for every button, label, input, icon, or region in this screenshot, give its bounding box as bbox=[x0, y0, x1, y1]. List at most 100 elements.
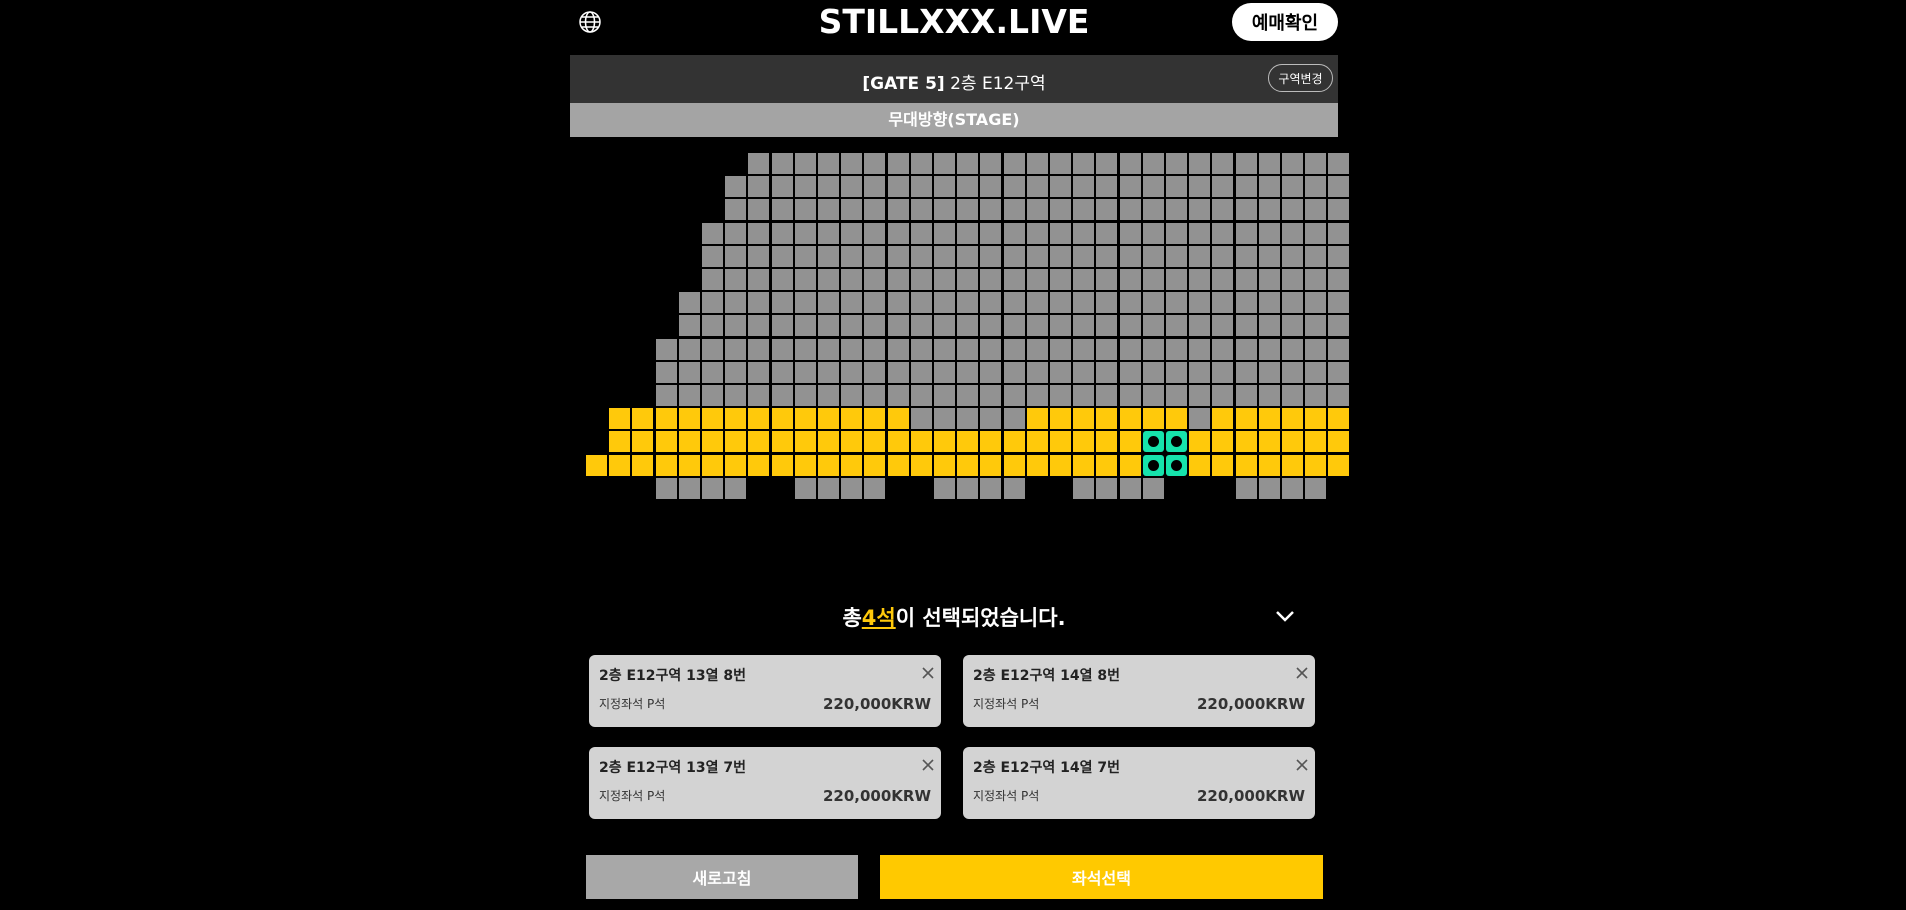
seat-available[interactable] bbox=[795, 455, 816, 476]
seat-available[interactable] bbox=[725, 408, 746, 429]
seat-available[interactable] bbox=[841, 455, 862, 476]
seat-selected[interactable] bbox=[1166, 455, 1187, 476]
seat-available[interactable] bbox=[934, 455, 955, 476]
seat-available[interactable] bbox=[818, 431, 839, 452]
seat-available[interactable] bbox=[841, 408, 862, 429]
seat-available[interactable] bbox=[586, 455, 607, 476]
seat-available[interactable] bbox=[980, 431, 1001, 452]
seat-available[interactable] bbox=[1073, 431, 1094, 452]
seat-available[interactable] bbox=[609, 455, 630, 476]
seat-available[interactable] bbox=[1236, 431, 1257, 452]
seat-available[interactable] bbox=[632, 431, 653, 452]
seat-available[interactable] bbox=[702, 408, 723, 429]
seat-available[interactable] bbox=[864, 408, 885, 429]
seat-available[interactable] bbox=[1189, 431, 1210, 452]
seat-available[interactable] bbox=[1305, 408, 1326, 429]
seat-available[interactable] bbox=[772, 455, 793, 476]
seat-selected[interactable] bbox=[1143, 431, 1164, 452]
seat-available[interactable] bbox=[1282, 408, 1303, 429]
site-logo[interactable]: STILLXXX.LIVE bbox=[570, 2, 1338, 41]
seat-available[interactable] bbox=[679, 431, 700, 452]
seat-available[interactable] bbox=[632, 408, 653, 429]
seat-available[interactable] bbox=[702, 431, 723, 452]
seat-available[interactable] bbox=[864, 455, 885, 476]
seat-available[interactable] bbox=[702, 455, 723, 476]
booking-confirm-button[interactable]: 예매확인 bbox=[1232, 3, 1338, 41]
seat-available[interactable] bbox=[1004, 431, 1025, 452]
seat-selected[interactable] bbox=[1143, 455, 1164, 476]
seat-selected[interactable] bbox=[1166, 431, 1187, 452]
seat-available[interactable] bbox=[679, 408, 700, 429]
seat-available[interactable] bbox=[957, 455, 978, 476]
seat-available[interactable] bbox=[748, 408, 769, 429]
seat-available[interactable] bbox=[1189, 455, 1210, 476]
seat-available[interactable] bbox=[1050, 455, 1071, 476]
seat-available[interactable] bbox=[1305, 455, 1326, 476]
seat-available[interactable] bbox=[818, 455, 839, 476]
seat-available[interactable] bbox=[957, 431, 978, 452]
seat-available[interactable] bbox=[772, 408, 793, 429]
seat-available[interactable] bbox=[1236, 408, 1257, 429]
seat-available[interactable] bbox=[1259, 431, 1280, 452]
seat-available[interactable] bbox=[795, 408, 816, 429]
seat-available[interactable] bbox=[1328, 431, 1349, 452]
seat-available[interactable] bbox=[1212, 431, 1233, 452]
seat-available[interactable] bbox=[656, 455, 677, 476]
seat-available[interactable] bbox=[1328, 455, 1349, 476]
seat-available[interactable] bbox=[1259, 408, 1280, 429]
seat-available[interactable] bbox=[748, 455, 769, 476]
seat-available[interactable] bbox=[1050, 431, 1071, 452]
seat-available[interactable] bbox=[818, 408, 839, 429]
refresh-button[interactable]: 새로고침 bbox=[586, 855, 858, 899]
seat-available[interactable] bbox=[841, 431, 862, 452]
seat-available[interactable] bbox=[656, 431, 677, 452]
seat-available[interactable] bbox=[1027, 455, 1048, 476]
seat-available[interactable] bbox=[1282, 431, 1303, 452]
seat-available[interactable] bbox=[795, 431, 816, 452]
seat-available[interactable] bbox=[1259, 455, 1280, 476]
select-seats-button[interactable]: 좌석선택 bbox=[880, 855, 1323, 899]
seat-available[interactable] bbox=[1004, 455, 1025, 476]
seat-available[interactable] bbox=[888, 431, 909, 452]
seat-available[interactable] bbox=[1212, 408, 1233, 429]
seat-available[interactable] bbox=[888, 455, 909, 476]
seat-available[interactable] bbox=[980, 455, 1001, 476]
seat-available[interactable] bbox=[1212, 455, 1233, 476]
seat-available[interactable] bbox=[679, 455, 700, 476]
seat-available[interactable] bbox=[888, 408, 909, 429]
seat-available[interactable] bbox=[1120, 408, 1141, 429]
seat-available[interactable] bbox=[656, 408, 677, 429]
seat-available[interactable] bbox=[1328, 408, 1349, 429]
chevron-down-icon[interactable] bbox=[1274, 608, 1296, 624]
seat-available[interactable] bbox=[772, 431, 793, 452]
seat-available[interactable] bbox=[1096, 455, 1117, 476]
close-icon[interactable] bbox=[1295, 666, 1309, 680]
close-icon[interactable] bbox=[921, 758, 935, 772]
close-icon[interactable] bbox=[921, 666, 935, 680]
seat-available[interactable] bbox=[1236, 455, 1257, 476]
seat-available[interactable] bbox=[748, 431, 769, 452]
seat-available[interactable] bbox=[911, 455, 932, 476]
seat-available[interactable] bbox=[864, 431, 885, 452]
seat-available[interactable] bbox=[1096, 431, 1117, 452]
seat-available[interactable] bbox=[1120, 431, 1141, 452]
seat-available[interactable] bbox=[1027, 408, 1048, 429]
seat-available[interactable] bbox=[1073, 408, 1094, 429]
seat-available[interactable] bbox=[725, 455, 746, 476]
seat-available[interactable] bbox=[1143, 408, 1164, 429]
seat-available[interactable] bbox=[609, 408, 630, 429]
seat-available[interactable] bbox=[632, 455, 653, 476]
seat-available[interactable] bbox=[725, 431, 746, 452]
close-icon[interactable] bbox=[1295, 758, 1309, 772]
seat-available[interactable] bbox=[1305, 431, 1326, 452]
seat-available[interactable] bbox=[1073, 455, 1094, 476]
seat-available[interactable] bbox=[609, 431, 630, 452]
seat-available[interactable] bbox=[1120, 455, 1141, 476]
seat-available[interactable] bbox=[934, 431, 955, 452]
seat-available[interactable] bbox=[911, 431, 932, 452]
zone-change-button[interactable]: 구역변경 bbox=[1268, 64, 1333, 92]
seat-available[interactable] bbox=[1096, 408, 1117, 429]
seat-available[interactable] bbox=[1050, 408, 1071, 429]
seat-available[interactable] bbox=[1282, 455, 1303, 476]
seat-available[interactable] bbox=[1166, 408, 1187, 429]
